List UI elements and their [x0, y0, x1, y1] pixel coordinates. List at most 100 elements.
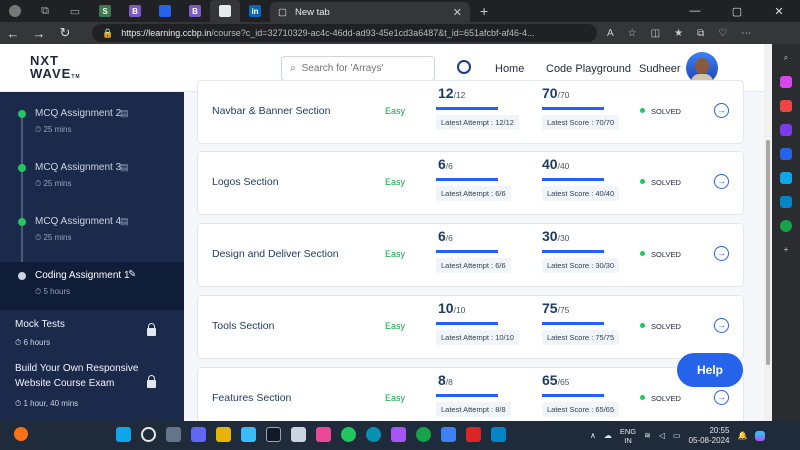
- volume-icon[interactable]: ◁: [659, 431, 665, 440]
- wifi-icon[interactable]: ≋: [644, 431, 651, 440]
- meet-icon[interactable]: [191, 427, 206, 442]
- cloud-icon[interactable]: ☁: [604, 431, 612, 440]
- system-clock[interactable]: 20:55 05-08-2024: [689, 426, 730, 446]
- latest-attempt-chip: Latest Attempt : 6/6: [436, 186, 511, 201]
- page-scrollbar[interactable]: [764, 44, 772, 421]
- arrow-right-icon[interactable]: →: [714, 390, 729, 405]
- arrow-right-icon[interactable]: →: [714, 318, 729, 333]
- help-button[interactable]: Help: [677, 353, 743, 387]
- notes-icon[interactable]: [241, 427, 256, 442]
- office-icon[interactable]: [780, 148, 792, 160]
- new-tab-button[interactable]: +: [480, 3, 488, 19]
- workspaces-icon[interactable]: ⧉: [30, 0, 60, 22]
- attempt-count: 10/10: [438, 300, 466, 316]
- card-title: Tools Section: [212, 320, 275, 332]
- section-course-exam[interactable]: Build Your Own Responsive Website Course …: [15, 361, 138, 391]
- minimize-icon[interactable]: —: [674, 5, 716, 18]
- score-progress-bar: [542, 178, 604, 181]
- profile-icon[interactable]: [0, 0, 30, 22]
- score-count: 65/65: [542, 372, 570, 388]
- browser-essentials-icon[interactable]: ♡: [718, 28, 727, 39]
- read-aloud-icon[interactable]: A: [607, 28, 614, 39]
- tab-favicon-doc[interactable]: [150, 0, 180, 22]
- list-item[interactable]: Navbar & Banner Section Easy 12/12 Lates…: [197, 80, 744, 144]
- mail-icon[interactable]: [441, 427, 456, 442]
- tab-new-tab[interactable]: ▢ New tab ✕: [270, 2, 470, 22]
- tab-favicon-current[interactable]: [210, 0, 240, 22]
- attempt-count: 6/6: [438, 156, 453, 172]
- chrome-icon[interactable]: [341, 427, 356, 442]
- telegram-icon[interactable]: [780, 196, 792, 208]
- search-input[interactable]: [301, 63, 422, 74]
- task-view-icon[interactable]: [166, 427, 181, 442]
- section-duration: ⏱ 6 hours: [15, 338, 51, 347]
- sidebar-item-mcq-4[interactable]: MCQ Assignment 4: [35, 216, 121, 227]
- whatsapp-icon[interactable]: [416, 427, 431, 442]
- list-item[interactable]: Logos Section Easy 6/6 Latest Attempt : …: [197, 151, 744, 215]
- favorite-star-icon[interactable]: ☆: [628, 28, 637, 39]
- list-item[interactable]: Features Section Easy 8/8 Latest Attempt…: [197, 367, 744, 421]
- nxtwave-logo[interactable]: NXT WAVETM: [30, 54, 81, 84]
- attempt-progress-bar: [436, 178, 498, 181]
- folder-icon[interactable]: [391, 427, 406, 442]
- forward-icon[interactable]: →: [26, 26, 52, 41]
- file-explorer-icon[interactable]: [216, 427, 231, 442]
- search-icon[interactable]: [141, 427, 156, 442]
- nav-home[interactable]: Home: [495, 63, 524, 75]
- window-close-icon[interactable]: ✕: [758, 5, 800, 18]
- list-item[interactable]: Design and Deliver Section Easy 6/6 Late…: [197, 223, 744, 287]
- tab-favicon-b1[interactable]: B: [120, 0, 150, 22]
- list-item[interactable]: Tools Section Easy 10/10 Latest Attempt …: [197, 295, 744, 359]
- tab-favicon-b2[interactable]: B: [180, 0, 210, 22]
- arrow-right-icon[interactable]: →: [714, 174, 729, 189]
- shopping-icon[interactable]: [780, 76, 792, 88]
- url-host: https://learning.ccbp.in: [121, 28, 212, 38]
- arrow-right-icon[interactable]: →: [714, 246, 729, 261]
- latest-score-chip: Latest Score : 40/40: [542, 186, 620, 201]
- weather-icon[interactable]: [14, 427, 28, 441]
- split-screen-icon[interactable]: ◫: [651, 28, 660, 39]
- maximize-icon[interactable]: ▢: [716, 5, 758, 18]
- youtube-icon[interactable]: [466, 427, 481, 442]
- chevron-up-icon[interactable]: ∧: [590, 431, 596, 440]
- sidebar-item-mcq-3[interactable]: MCQ Assignment 3: [35, 162, 121, 173]
- collections-icon[interactable]: ⧉: [697, 28, 704, 39]
- search-icon[interactable]: ⌕: [780, 52, 792, 64]
- tab-favicon-s[interactable]: S: [90, 0, 120, 22]
- games-icon[interactable]: [780, 124, 792, 136]
- stopwatch-icon[interactable]: [457, 60, 471, 74]
- terminal-icon[interactable]: [266, 427, 281, 442]
- instagram-icon[interactable]: [316, 427, 331, 442]
- battery-icon[interactable]: ▭: [673, 431, 681, 440]
- close-icon[interactable]: ✕: [453, 6, 462, 19]
- score-progress-bar: [542, 322, 604, 325]
- extensions-icon[interactable]: ⋯: [741, 28, 751, 39]
- outlook-icon[interactable]: [780, 172, 792, 184]
- windows-start-icon[interactable]: [116, 427, 131, 442]
- edge-icon[interactable]: [366, 427, 381, 442]
- tab-actions-icon[interactable]: ▭: [60, 0, 90, 22]
- tab-favicon-linkedin[interactable]: in: [240, 0, 270, 22]
- notification-bell-icon[interactable]: 🔔: [737, 431, 747, 440]
- sidebar-item-mcq-2[interactable]: MCQ Assignment 2: [35, 108, 121, 119]
- store-icon[interactable]: [291, 427, 306, 442]
- refresh-icon[interactable]: ↻: [52, 25, 78, 41]
- drop-icon[interactable]: [780, 220, 792, 232]
- arrow-right-icon[interactable]: →: [714, 103, 729, 118]
- back-icon[interactable]: ←: [0, 26, 26, 41]
- section-mock-tests[interactable]: Mock Tests: [15, 317, 65, 332]
- sidebar-item-coding-1[interactable]: Coding Assignment 1: [35, 270, 130, 281]
- latest-score-chip: Latest Score : 70/70: [542, 115, 620, 130]
- user-name[interactable]: Sudheer: [639, 63, 681, 75]
- url-field[interactable]: 🔒 https://learning.ccbp.in /course?c_id=…: [92, 24, 597, 42]
- nav-code-playground[interactable]: Code Playground: [546, 63, 631, 75]
- favorites-icon[interactable]: ★: [674, 28, 683, 39]
- search-icon: ⌕: [290, 63, 296, 74]
- add-icon[interactable]: +: [780, 244, 792, 256]
- search-box[interactable]: ⌕: [281, 56, 435, 81]
- copilot-icon[interactable]: [755, 430, 766, 441]
- url-path: /course?c_id=32710329-ac4c-46dd-ad93-45e…: [211, 28, 535, 38]
- language-indicator[interactable]: ENG IN: [620, 427, 636, 445]
- tools-icon[interactable]: [780, 100, 792, 112]
- ship-icon[interactable]: [491, 427, 506, 442]
